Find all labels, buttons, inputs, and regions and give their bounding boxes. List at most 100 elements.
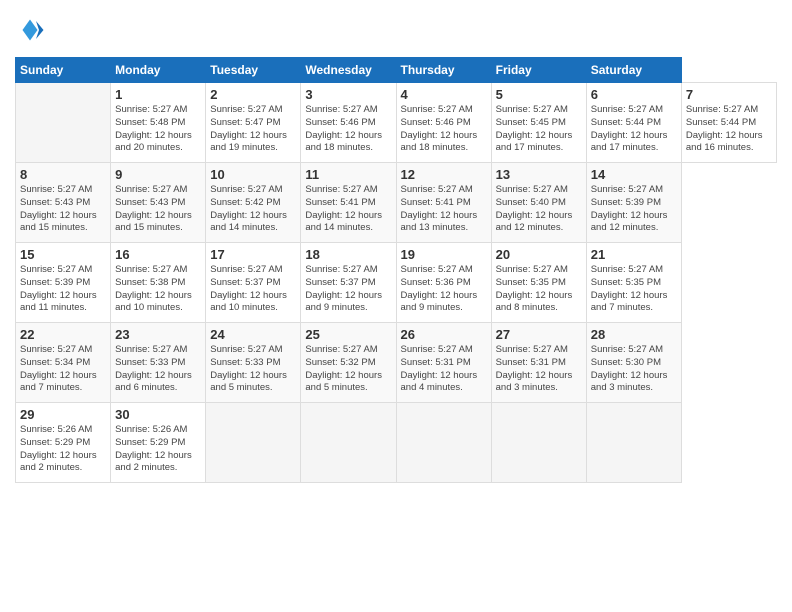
day-number: 7 bbox=[686, 87, 772, 102]
calendar-cell bbox=[491, 403, 586, 483]
calendar-cell bbox=[301, 403, 396, 483]
calendar-cell: 18Sunrise: 5:27 AMSunset: 5:37 PMDayligh… bbox=[301, 243, 396, 323]
day-info: Sunrise: 5:27 AMSunset: 5:44 PMDaylight:… bbox=[686, 104, 772, 155]
day-info: Sunrise: 5:27 AMSunset: 5:45 PMDaylight:… bbox=[496, 104, 582, 155]
day-info: Sunrise: 5:27 AMSunset: 5:44 PMDaylight:… bbox=[591, 104, 677, 155]
calendar-cell: 10 Sunrise: 5:27 AMSunset: 5:42 PMDayligh… bbox=[206, 163, 301, 243]
logo-icon bbox=[15, 15, 45, 45]
day-info: Sunrise: 5:27 AMSunset: 5:38 PMDaylight:… bbox=[115, 264, 201, 315]
calendar-cell bbox=[206, 403, 301, 483]
calendar-table: SundayMondayTuesdayWednesdayThursdayFrid… bbox=[15, 57, 777, 483]
day-info: Sunrise: 5:27 AMSunset: 5:46 PMDaylight:… bbox=[305, 104, 391, 155]
day-number: 23 bbox=[115, 327, 201, 342]
calendar-cell: 19 Sunrise: 5:27 AMSunset: 5:36 PMDayligh… bbox=[396, 243, 491, 323]
calendar-cell: 8 Sunrise: 5:27 AMSunset: 5:43 PMDaylight… bbox=[16, 163, 111, 243]
calendar-cell: 16 Sunrise: 5:27 AMSunset: 5:38 PMDayligh… bbox=[111, 243, 206, 323]
day-info: Sunrise: 5:27 AMSunset: 5:35 PMDaylight:… bbox=[496, 264, 582, 315]
day-number: 18 bbox=[305, 247, 391, 262]
day-info: Sunrise: 5:27 AMSunset: 5:39 PMDaylight:… bbox=[591, 184, 677, 235]
calendar-cell: 12 Sunrise: 5:27 AMSunset: 5:41 PMDayligh… bbox=[396, 163, 491, 243]
day-number: 1 bbox=[115, 87, 201, 102]
column-header-saturday: Saturday bbox=[586, 58, 681, 83]
day-number: 30 bbox=[115, 407, 201, 422]
day-number: 16 bbox=[115, 247, 201, 262]
header-row: SundayMondayTuesdayWednesdayThursdayFrid… bbox=[16, 58, 777, 83]
day-number: 4 bbox=[401, 87, 487, 102]
calendar-cell: 14 Sunrise: 5:27 AMSunset: 5:39 PMDayligh… bbox=[586, 163, 681, 243]
calendar-cell: 4 Sunrise: 5:27 AMSunset: 5:46 PMDaylight… bbox=[396, 83, 491, 163]
day-number: 14 bbox=[591, 167, 677, 182]
day-info: Sunrise: 5:27 AMSunset: 5:33 PMDaylight:… bbox=[115, 344, 201, 395]
day-number: 15 bbox=[20, 247, 106, 262]
calendar-cell: 11 Sunrise: 5:27 AMSunset: 5:41 PMDayligh… bbox=[301, 163, 396, 243]
logo bbox=[15, 15, 49, 45]
week-row: 8 Sunrise: 5:27 AMSunset: 5:43 PMDaylight… bbox=[16, 163, 777, 243]
column-header-monday: Monday bbox=[111, 58, 206, 83]
header bbox=[15, 15, 777, 45]
calendar-cell: 7 Sunrise: 5:27 AMSunset: 5:44 PMDaylight… bbox=[681, 83, 776, 163]
day-info: Sunrise: 5:27 AMSunset: 5:35 PMDaylight:… bbox=[591, 264, 677, 315]
column-header-sunday: Sunday bbox=[16, 58, 111, 83]
calendar-cell: 29 Sunrise: 5:26 AMSunset: 5:29 PMDayligh… bbox=[16, 403, 111, 483]
day-info: Sunrise: 5:27 AMSunset: 5:30 PMDaylight:… bbox=[591, 344, 677, 395]
column-header-tuesday: Tuesday bbox=[206, 58, 301, 83]
calendar-cell: 2 Sunrise: 5:27 AMSunset: 5:47 PMDaylight… bbox=[206, 83, 301, 163]
calendar-cell: 28 Sunrise: 5:27 AMSunset: 5:30 PMDayligh… bbox=[586, 323, 681, 403]
calendar-cell: 25Sunrise: 5:27 AMSunset: 5:32 PMDayligh… bbox=[301, 323, 396, 403]
day-number: 12 bbox=[401, 167, 487, 182]
day-number: 24 bbox=[210, 327, 296, 342]
calendar-cell: 23 Sunrise: 5:27 AMSunset: 5:33 PMDayligh… bbox=[111, 323, 206, 403]
column-header-wednesday: Wednesday bbox=[301, 58, 396, 83]
day-info: Sunrise: 5:27 AMSunset: 5:47 PMDaylight:… bbox=[210, 104, 296, 155]
day-number: 11 bbox=[305, 167, 391, 182]
day-info: Sunrise: 5:27 AMSunset: 5:34 PMDaylight:… bbox=[20, 344, 106, 395]
calendar-cell: 21 Sunrise: 5:27 AMSunset: 5:35 PMDayligh… bbox=[586, 243, 681, 323]
calendar-cell: 6 Sunrise: 5:27 AMSunset: 5:44 PMDaylight… bbox=[586, 83, 681, 163]
calendar-cell: 30 Sunrise: 5:26 AMSunset: 5:29 PMDayligh… bbox=[111, 403, 206, 483]
day-number: 17 bbox=[210, 247, 296, 262]
week-row: 29 Sunrise: 5:26 AMSunset: 5:29 PMDayligh… bbox=[16, 403, 777, 483]
day-info: Sunrise: 5:27 AMSunset: 5:42 PMDaylight:… bbox=[210, 184, 296, 235]
calendar-cell: 1 Sunrise: 5:27 AMSunset: 5:48 PMDaylight… bbox=[111, 83, 206, 163]
day-info: Sunrise: 5:26 AMSunset: 5:29 PMDaylight:… bbox=[20, 424, 106, 475]
week-row: 15 Sunrise: 5:27 AMSunset: 5:39 PMDayligh… bbox=[16, 243, 777, 323]
day-info: Sunrise: 5:27 AMSunset: 5:41 PMDaylight:… bbox=[401, 184, 487, 235]
calendar-cell: 15 Sunrise: 5:27 AMSunset: 5:39 PMDayligh… bbox=[16, 243, 111, 323]
calendar-cell: 26 Sunrise: 5:27 AMSunset: 5:31 PMDayligh… bbox=[396, 323, 491, 403]
day-info: Sunrise: 5:27 AMSunset: 5:46 PMDaylight:… bbox=[401, 104, 487, 155]
day-info: Sunrise: 5:27 AMSunset: 5:31 PMDaylight:… bbox=[401, 344, 487, 395]
calendar-cell: 3Sunrise: 5:27 AMSunset: 5:46 PMDaylight… bbox=[301, 83, 396, 163]
day-info: Sunrise: 5:26 AMSunset: 5:29 PMDaylight:… bbox=[115, 424, 201, 475]
day-number: 2 bbox=[210, 87, 296, 102]
day-number: 21 bbox=[591, 247, 677, 262]
day-info: Sunrise: 5:27 AMSunset: 5:40 PMDaylight:… bbox=[496, 184, 582, 235]
day-number: 26 bbox=[401, 327, 487, 342]
day-info: Sunrise: 5:27 AMSunset: 5:32 PMDaylight:… bbox=[305, 344, 391, 395]
calendar-cell bbox=[16, 83, 111, 163]
column-header-thursday: Thursday bbox=[396, 58, 491, 83]
page-container: SundayMondayTuesdayWednesdayThursdayFrid… bbox=[0, 0, 792, 493]
day-info: Sunrise: 5:27 AMSunset: 5:31 PMDaylight:… bbox=[496, 344, 582, 395]
day-number: 6 bbox=[591, 87, 677, 102]
column-header-friday: Friday bbox=[491, 58, 586, 83]
day-info: Sunrise: 5:27 AMSunset: 5:37 PMDaylight:… bbox=[210, 264, 296, 315]
day-number: 27 bbox=[496, 327, 582, 342]
day-number: 28 bbox=[591, 327, 677, 342]
calendar-cell: 17 Sunrise: 5:27 AMSunset: 5:37 PMDayligh… bbox=[206, 243, 301, 323]
day-info: Sunrise: 5:27 AMSunset: 5:39 PMDaylight:… bbox=[20, 264, 106, 315]
day-number: 9 bbox=[115, 167, 201, 182]
week-row: 22 Sunrise: 5:27 AMSunset: 5:34 PMDayligh… bbox=[16, 323, 777, 403]
day-info: Sunrise: 5:27 AMSunset: 5:36 PMDaylight:… bbox=[401, 264, 487, 315]
day-number: 10 bbox=[210, 167, 296, 182]
day-number: 29 bbox=[20, 407, 106, 422]
calendar-cell: 24Sunrise: 5:27 AMSunset: 5:33 PMDayligh… bbox=[206, 323, 301, 403]
day-number: 8 bbox=[20, 167, 106, 182]
day-number: 22 bbox=[20, 327, 106, 342]
day-number: 19 bbox=[401, 247, 487, 262]
day-number: 5 bbox=[496, 87, 582, 102]
day-info: Sunrise: 5:27 AMSunset: 5:48 PMDaylight:… bbox=[115, 104, 201, 155]
day-number: 13 bbox=[496, 167, 582, 182]
calendar-cell: 13 Sunrise: 5:27 AMSunset: 5:40 PMDayligh… bbox=[491, 163, 586, 243]
day-info: Sunrise: 5:27 AMSunset: 5:43 PMDaylight:… bbox=[20, 184, 106, 235]
day-info: Sunrise: 5:27 AMSunset: 5:41 PMDaylight:… bbox=[305, 184, 391, 235]
